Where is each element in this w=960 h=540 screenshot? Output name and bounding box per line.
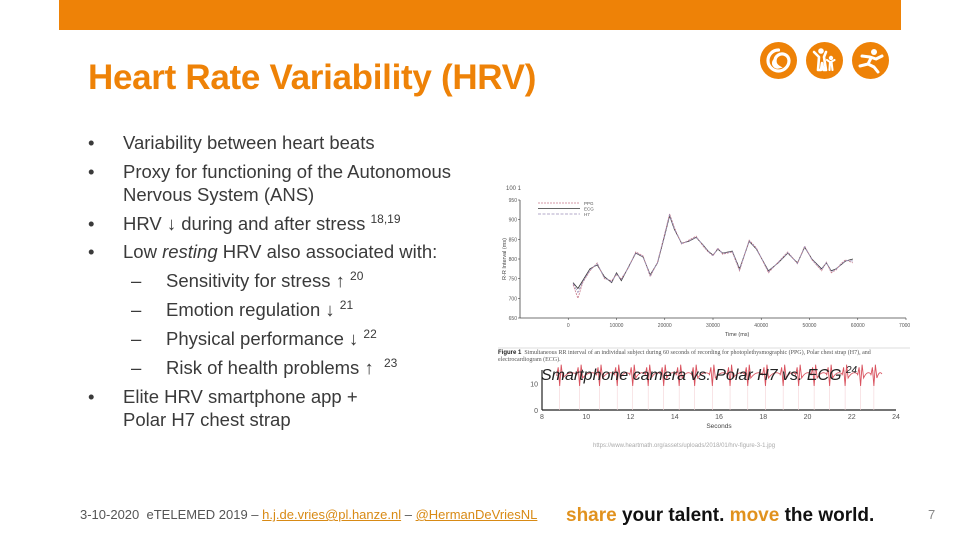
x-tick-label-2: 20 <box>804 414 812 421</box>
bullet-text: Risk of health problems ↑ <box>166 356 384 378</box>
header-accent-bar <box>59 0 901 30</box>
x-tick-label-2: 10 <box>582 414 590 421</box>
x-tick-label-2: 14 <box>671 414 679 421</box>
citation: 18,19 <box>370 211 401 226</box>
legend-label-ecg: ECG <box>584 206 594 211</box>
emphasis-text: resting <box>162 241 218 262</box>
x-axis-label-2: Seconds <box>706 423 732 430</box>
dash-marker: – <box>131 356 142 378</box>
x-tick-label: 0 <box>567 323 570 329</box>
y-tick-label: 700 <box>509 296 518 302</box>
bullet-item: • Elite HRV smartphone app + Polar H7 che… <box>88 385 363 432</box>
sub-bullet-item: – Risk of health problems ↑ 23 <box>88 356 488 380</box>
email-link[interactable]: h.j.de.vries@pl.hanze.nl <box>262 507 401 522</box>
series-line-ecg <box>572 214 854 290</box>
image-source-url: https://www.heartmath.org/assets/uploads… <box>593 443 776 449</box>
y-tick-label: 750 <box>509 277 518 283</box>
bullet-text: Emotion regulation ↓ <box>166 298 340 320</box>
y-tick-label: 950 <box>509 198 518 204</box>
spiral-icon <box>760 42 797 79</box>
comparison-text: Smartphone camera vs. Polar H7 vs. ECG <box>541 367 846 384</box>
bullet-marker: • <box>88 241 95 262</box>
x-tick-label: 70000 <box>899 323 910 329</box>
y-axis-label: R-R Interval (ms) <box>502 238 508 280</box>
caption-label: Figure 1 <box>498 350 522 356</box>
legend-label-h7: H7 <box>584 212 590 217</box>
bullet-text: Elite HRV smartphone app + Polar H7 ches… <box>123 385 358 431</box>
legend-label-ppg: PPG <box>584 201 594 206</box>
bullet-text: Sensitivity for stress ↑ <box>166 269 351 291</box>
bullet-item: • HRV ↓ during and after stress 18,19 <box>88 212 488 236</box>
bullet-text: Low <box>123 241 163 262</box>
y-tick-label-2: 10 <box>530 381 538 388</box>
slogan-text: the world. <box>779 505 875 526</box>
bullet-text: HRV also associated with: <box>217 241 438 262</box>
bullet-item: • Proxy for functioning of the Autonomous… <box>88 160 488 207</box>
y-tick-label: 800 <box>509 257 518 263</box>
hrv-figure: 100 1 650 700 750 800 850 900 950 0 10000 20000 300… <box>498 186 910 430</box>
x-tick-label: 10000 <box>610 323 624 329</box>
footer: 3-10-2020 eTELEMED 2019 – h.j.de.vries@p… <box>80 507 537 522</box>
footer-event: eTELEMED 2019 – <box>146 507 259 522</box>
bullet-text: HRV ↓ during and after stress <box>123 212 371 234</box>
x-tick-label-2: 18 <box>759 414 767 421</box>
parent-child-icon <box>806 42 843 79</box>
slogan-share: share <box>566 505 617 526</box>
dash-marker: – <box>131 269 142 291</box>
x-tick-label: 20000 <box>658 323 672 329</box>
x-tick-label-2: 12 <box>627 414 635 421</box>
bullet-text: Variability between heart beats <box>123 132 375 153</box>
footer-separator: – <box>404 507 412 522</box>
panel-label: 100 1 <box>506 186 522 192</box>
bullet-marker: • <box>88 160 95 182</box>
bullet-text: Physical performance ↓ <box>166 327 364 349</box>
caption-text: Simultaneous RR interval of an individua… <box>498 350 871 363</box>
figure-caption: Figure 1 Simultaneous RR interval of an … <box>498 350 910 364</box>
twitter-link[interactable]: @HermanDeVriesNL <box>416 507 538 522</box>
bullet-item: • Variability between heart beats <box>88 131 488 155</box>
slogan-text: your talent. <box>616 505 730 526</box>
x-tick-label-2: 8 <box>540 414 544 421</box>
citation: 22 <box>363 326 377 341</box>
running-person-icon <box>852 42 889 79</box>
bullet-text: Proxy for functioning of the Autonomous … <box>123 160 452 206</box>
x-tick-label: 40000 <box>754 323 768 329</box>
dash-marker: – <box>131 298 142 320</box>
x-tick-label-2: 16 <box>715 414 723 421</box>
bullet-marker: • <box>88 132 95 153</box>
y-tick-label-2: 0 <box>534 408 538 415</box>
citation: 21 <box>339 297 354 312</box>
series-line-ppg <box>572 212 854 300</box>
citation: 23 <box>383 355 398 370</box>
bullet-list: • Variability between heart beats • Proxy … <box>88 131 488 437</box>
series-line-h7 <box>572 213 853 294</box>
citation: 24 <box>846 365 858 376</box>
sub-bullet-item: – Physical performance ↓ 22 <box>88 327 488 351</box>
slogan: share your talent. move the world. <box>566 505 874 527</box>
x-tick-label: 50000 <box>803 323 817 329</box>
citation: 20 <box>350 268 364 283</box>
y-tick-label: 850 <box>509 237 518 243</box>
logo-group <box>760 42 889 79</box>
bullet-marker: • <box>88 212 95 234</box>
sub-bullet-item: – Emotion regulation ↓ 21 <box>88 298 488 322</box>
x-tick-label-2: 22 <box>848 414 856 421</box>
y-tick-label: 900 <box>509 218 518 224</box>
bullet-item: • Low resting HRV also associated with: <box>88 240 488 264</box>
sub-bullet-item: – Sensitivity for stress ↑ 20 <box>88 269 488 293</box>
dash-marker: – <box>131 327 142 349</box>
x-tick-label: 60000 <box>851 323 865 329</box>
slide-title: Heart Rate Variability (HRV) <box>88 58 537 97</box>
y-tick-label: 650 <box>509 316 518 322</box>
bullet-marker: • <box>88 385 95 407</box>
x-tick-label: 30000 <box>706 323 720 329</box>
comparison-label: Smartphone camera vs. Polar H7 vs. ECG 2… <box>541 365 858 385</box>
slogan-move: move <box>729 505 780 526</box>
x-axis-label: Time (ms) <box>725 332 750 338</box>
x-tick-label-2: 24 <box>892 414 900 421</box>
page-number: 7 <box>928 507 936 522</box>
footer-date: 3-10-2020 <box>80 507 140 522</box>
